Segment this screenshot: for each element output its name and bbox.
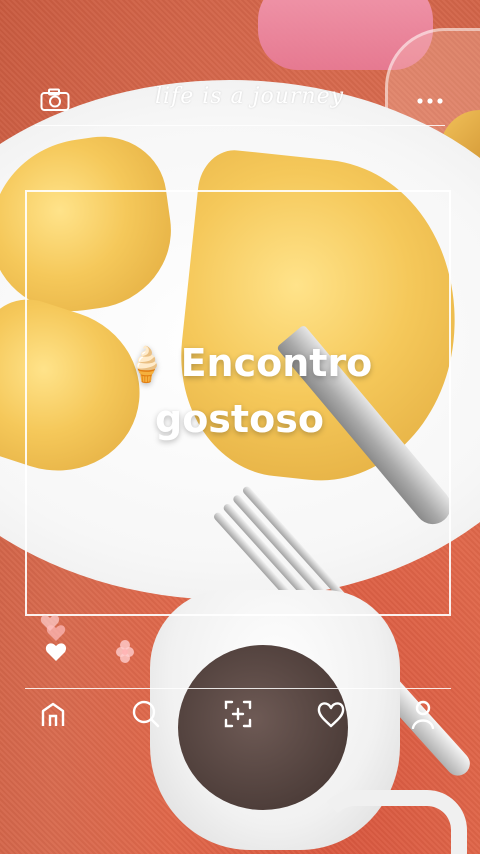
nav-search[interactable] xyxy=(128,696,164,732)
screen: life is a journey 🍦 Encontro gostoso xyxy=(0,0,480,854)
search-icon xyxy=(132,700,159,728)
post-caption: 🍦 Encontro gostoso xyxy=(125,336,455,446)
heart-icon xyxy=(317,702,344,728)
camera-icon[interactable] xyxy=(40,88,70,112)
app-title: life is a journey xyxy=(155,84,345,109)
caption-line-1: 🍦 Encontro xyxy=(125,336,455,392)
home-icon xyxy=(41,702,65,726)
nav-profile[interactable] xyxy=(405,696,441,732)
nav-home[interactable] xyxy=(35,696,71,732)
more-icon[interactable] xyxy=(415,93,445,107)
ice-cream-emoji: 🍦 xyxy=(125,345,168,385)
header-divider xyxy=(35,125,445,126)
profile-icon xyxy=(411,700,435,729)
reaction-stickers xyxy=(38,612,158,672)
caption-text-1: Encontro xyxy=(180,341,373,385)
heart-icon[interactable] xyxy=(38,612,158,672)
nav-divider xyxy=(25,688,451,689)
bottom-nav xyxy=(25,696,451,736)
flower-icon xyxy=(116,640,134,663)
nav-add[interactable] xyxy=(220,696,256,732)
cup-handle xyxy=(315,790,467,854)
nav-activity[interactable] xyxy=(313,696,349,732)
add-post-icon xyxy=(224,700,252,728)
caption-line-2: gostoso xyxy=(155,397,324,441)
